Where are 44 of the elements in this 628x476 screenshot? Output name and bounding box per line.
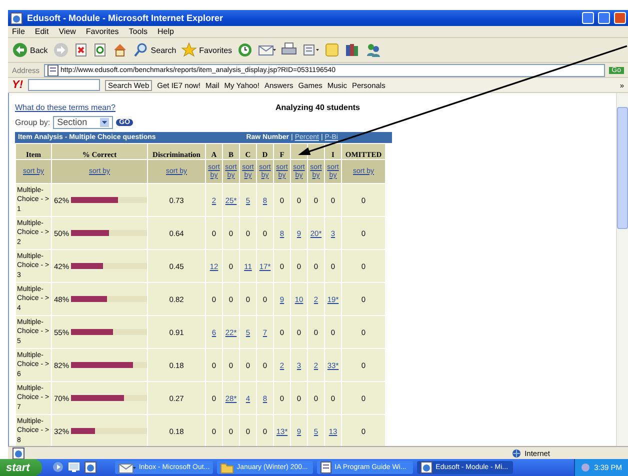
stop-icon[interactable] [74, 43, 88, 57]
window-title: Edusoft - Module - Microsoft Internet Explorer [27, 13, 224, 23]
globe-page-icon [10, 12, 23, 24]
search-input-field[interactable] [28, 79, 100, 91]
note-icon[interactable] [325, 43, 340, 57]
globe-page-icon[interactable] [84, 461, 97, 474]
menu-item[interactable]: View [58, 27, 76, 36]
maximize-button[interactable] [598, 12, 610, 24]
menu-item[interactable]: File [12, 27, 25, 36]
folder-icon [220, 462, 234, 474]
desktop-icon[interactable] [68, 461, 80, 473]
menu-item[interactable]: Tools [128, 27, 148, 36]
vertical-scrollbar[interactable] [616, 93, 628, 446]
search-icon [132, 42, 149, 58]
globe-icon [512, 448, 521, 458]
start-button[interactable]: start [0, 459, 42, 476]
help-link[interactable]: What do these terms mean? [15, 103, 116, 112]
group-by-label: Group by: [15, 118, 50, 126]
back-button[interactable]: Back [12, 42, 48, 58]
yahoo-logo: Y! [12, 79, 23, 91]
clock-icon[interactable] [237, 42, 254, 58]
minimize-button[interactable] [582, 12, 594, 24]
home-icon[interactable] [112, 42, 128, 58]
scrollbar-thumb[interactable] [617, 107, 628, 229]
document-icon [46, 64, 59, 76]
dropdown-arrow-icon [100, 118, 110, 126]
search-button[interactable]: Search [132, 42, 176, 58]
envelope-icon[interactable] [258, 43, 276, 57]
document-icon [320, 461, 332, 474]
group-by-select[interactable]: Section [53, 116, 114, 128]
star-icon [181, 42, 198, 58]
student-count: Analyzing 40 students [276, 103, 360, 112]
refresh-icon[interactable] [92, 43, 107, 57]
close-button[interactable] [614, 12, 626, 24]
globe-page-icon [420, 461, 433, 474]
menu-item[interactable]: Favorites [86, 27, 119, 36]
menu-item[interactable]: Help [157, 27, 174, 36]
envelope-icon [118, 460, 136, 474]
people-icon[interactable] [365, 42, 382, 58]
favorites-button[interactable]: Favorites [181, 42, 232, 58]
menu-item[interactable]: Edit [34, 27, 49, 36]
document-icon[interactable] [302, 43, 320, 57]
books-icon[interactable] [344, 42, 360, 58]
media-icon[interactable] [52, 461, 64, 473]
